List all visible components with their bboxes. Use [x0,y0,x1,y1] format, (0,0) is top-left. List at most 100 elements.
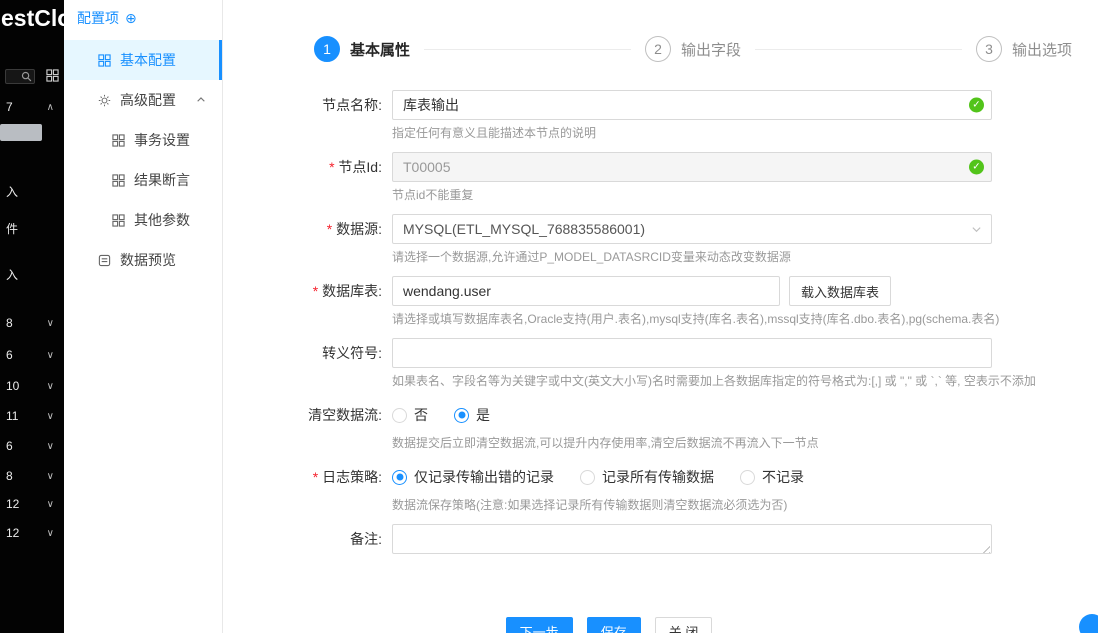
radio-icon [580,470,595,485]
form-row-node-id: 节点Id: ✓ 节点id不能重复 [224,152,1098,210]
step-output-fields[interactable]: 2 输出字段 [645,36,741,62]
sidebar-item-data-preview[interactable]: 数据预览 [64,240,222,280]
background-row: 11∨ [6,409,54,423]
step-connector [755,49,962,50]
close-button[interactable]: 关 闭 [655,617,713,633]
log-policy-label: 日志策略: [224,462,392,492]
clear-stream-help: 数据提交后立即清空数据流,可以提升内存使用率,清空后数据流不再流入下一节点 [392,435,992,452]
escape-label: 转义符号: [224,338,392,368]
chevron-down-icon: ∨ [47,350,54,361]
datasource-help: 请选择一个数据源,允许通过P_MODEL_DATASRCID变量来动态改变数据源 [392,249,992,266]
background-row: 10∨ [6,379,54,393]
background-toolbar-fragment [0,124,42,141]
datasource-label: 数据源: [224,214,392,244]
node-name-help: 指定任何有意义且能描述本节点的说明 [392,125,992,142]
background-row: 6∨ [6,348,54,362]
config-sidebar-title: 配置项 ⊕ [64,0,222,28]
step-connector [424,49,631,50]
table-input[interactable] [392,276,780,306]
radio-clear-stream-no[interactable]: 否 [392,405,428,425]
remark-label: 备注: [224,524,392,554]
clear-stream-radio-group: 否 是 [392,400,992,430]
table-label: 数据库表: [224,276,392,306]
form-row-remark: 备注: [224,524,1098,557]
radio-log-all[interactable]: 记录所有传输数据 [580,467,714,487]
form-row-clear-stream: 清空数据流: 否 是 数据提交后立即清空数据流,可以提升内存使用率,清空后数据流… [224,400,1098,458]
sidebar-item-result-assertion[interactable]: 结果断言 [64,160,222,200]
background-row: 12∨ [6,526,54,540]
radio-log-errors-only[interactable]: 仅记录传输出错的记录 [392,467,554,487]
radio-icon [392,408,407,423]
background-row: 7∧ [6,100,54,114]
form-row-escape: 转义符号: 如果表名、字段名等为关键字或中文(英文大小写)名时需要加上各数据库指… [224,338,1098,396]
datasource-select[interactable]: MYSQL(ETL_MYSQL_768835586001) [392,214,992,244]
background-row: 6∨ [6,439,54,453]
add-config-icon[interactable]: ⊕ [125,11,137,25]
save-button[interactable]: 保存 [587,617,641,633]
step-number: 3 [976,36,1002,62]
grid-icon [112,134,125,147]
clear-stream-label: 清空数据流: [224,400,392,430]
chevron-down-icon: ∨ [47,471,54,482]
load-tables-button[interactable]: 载入数据库表 [789,276,891,306]
chevron-up-icon: ∧ [47,102,54,113]
app-logo: estClo [1,5,64,32]
sidebar-item-basic-config[interactable]: 基本配置 [64,40,222,80]
document-icon [98,254,111,267]
step-output-options[interactable]: 3 输出选项 [976,36,1072,62]
step-basic-attributes[interactable]: 1 基本属性 [314,36,410,62]
node-id-label: 节点Id: [224,152,392,182]
form-row-log-policy: 日志策略: 仅记录传输出错的记录 记录所有传输数据 不记录 [224,462,1098,520]
escape-help: 如果表名、字段名等为关键字或中文(英文大小写)名时需要加上各数据库指定的符号格式… [392,373,992,390]
chevron-down-icon: ∨ [47,318,54,329]
form-row-datasource: 数据源: MYSQL(ETL_MYSQL_768835586001) 请选择一个… [224,214,1098,272]
grid-icon [112,214,125,227]
background-row: 入 [6,183,54,200]
valid-check-icon: ✓ [969,160,984,175]
gear-icon [98,94,111,107]
form-footer: 下一步 保存 关 闭 [172,617,1046,633]
config-menu: 基本配置 高级配置 事务设置 结果断言 其 [64,40,222,280]
table-help: 请选择或填写数据库表名,Oracle支持(用户.表名),mysql支持(库名.表… [392,311,992,328]
next-step-button[interactable]: 下一步 [506,617,573,633]
search-icon [21,71,32,82]
chevron-down-icon: ∨ [47,441,54,452]
sidebar-item-transaction-settings[interactable]: 事务设置 [64,120,222,160]
config-sidebar: 配置项 ⊕ 基本配置 高级配置 事务设置 [64,0,223,633]
step-number: 1 [314,36,340,62]
chevron-down-icon [971,224,982,235]
node-config-form: 节点名称: ✓ 指定任何有意义且能描述本节点的说明 节点Id: ✓ 节点id不能… [224,90,1098,633]
escape-input[interactable] [392,338,992,368]
config-panel: 1 基本属性 2 输出字段 3 输出选项 节点名称: ✓ 指定任何有意义且能描述… [224,0,1098,633]
radio-log-none[interactable]: 不记录 [740,467,804,487]
log-policy-radio-group: 仅记录传输出错的记录 记录所有传输数据 不记录 [392,462,992,492]
remark-textarea[interactable] [392,524,992,554]
background-row: 12∨ [6,497,54,511]
collapse-chevron-up-icon[interactable] [196,95,206,105]
background-row: 8∨ [6,469,54,483]
radio-icon [740,470,755,485]
floating-assistant-button[interactable] [1079,614,1098,633]
radio-checked-icon [392,470,407,485]
form-row-table: 数据库表: 载入数据库表 请选择或填写数据库表名,Oracle支持(用户.表名)… [224,276,1098,334]
node-name-input[interactable] [392,90,992,120]
chevron-down-icon: ∨ [47,528,54,539]
radio-clear-stream-yes[interactable]: 是 [454,405,490,425]
background-search-input [5,69,35,84]
sidebar-item-other-params[interactable]: 其他参数 [64,200,222,240]
chevron-down-icon: ∨ [47,411,54,422]
form-row-node-name: 节点名称: ✓ 指定任何有意义且能描述本节点的说明 [224,90,1098,148]
valid-check-icon: ✓ [969,98,984,113]
chevron-down-icon: ∨ [47,499,54,510]
grid-icon [98,54,111,67]
grid-icon [112,174,125,187]
radio-checked-icon [454,408,469,423]
datasource-selected-value: MYSQL(ETL_MYSQL_768835586001) [403,221,645,237]
grid-view-icon [46,69,59,85]
background-row: 入 [6,266,54,283]
sidebar-item-advanced-config[interactable]: 高级配置 [64,80,222,120]
chevron-down-icon: ∨ [47,381,54,392]
background-row: 8∨ [6,316,54,330]
node-id-help: 节点id不能重复 [392,187,992,204]
stepper: 1 基本属性 2 输出字段 3 输出选项 [224,0,1098,62]
